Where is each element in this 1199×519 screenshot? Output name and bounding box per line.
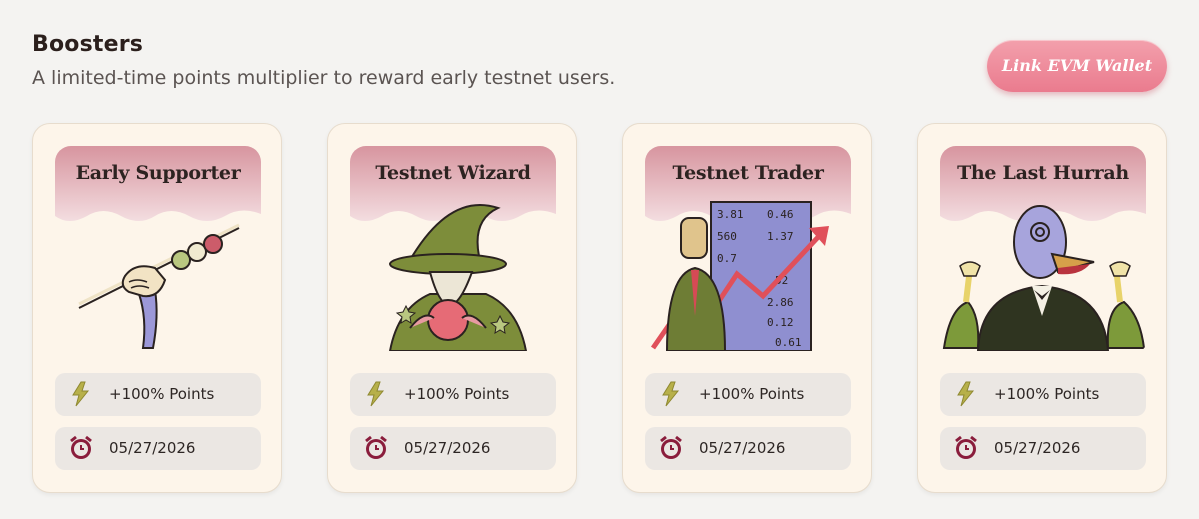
- points-multiplier-pill: +100% Points: [940, 373, 1146, 416]
- expiry-date-pill: 05/27/2026: [350, 427, 556, 470]
- expiry-date-pill: 05/27/2026: [55, 427, 261, 470]
- points-multiplier-pill: +100% Points: [55, 373, 261, 416]
- page-subtitle: A limited-time points multiplier to rewa…: [32, 67, 616, 89]
- page-title: Boosters: [32, 32, 144, 57]
- date-text: 05/27/2026: [109, 439, 196, 457]
- booster-card-testnet-wizard[interactable]: Testnet Wizard +100% Points 05/27/2026: [327, 123, 577, 493]
- lightning-icon: [957, 381, 975, 407]
- board-value: 1.37: [767, 230, 794, 243]
- kebab-hand-illustration: [78, 223, 240, 349]
- card-art: Early Supporter: [55, 146, 261, 351]
- lightning-icon: [662, 381, 680, 407]
- points-text: +100% Points: [109, 385, 215, 403]
- card-art: Testnet Wizard: [350, 146, 556, 351]
- party-bird-illustration: [942, 205, 1146, 351]
- card-art: Testnet Trader 3.81 0.46 560 1.37 0.7 52…: [645, 146, 851, 351]
- booster-card-testnet-trader[interactable]: Testnet Trader 3.81 0.46 560 1.37 0.7 52…: [622, 123, 872, 493]
- card-title: Testnet Wizard: [375, 162, 531, 184]
- board-value: 0.7: [717, 252, 737, 265]
- card-art: The Last Hurrah: [940, 146, 1146, 351]
- boosters-header: Boosters A limited-time points multiplie…: [32, 32, 615, 89]
- lightning-icon: [367, 381, 385, 407]
- points-text: +100% Points: [404, 385, 510, 403]
- points-multiplier-pill: +100% Points: [645, 373, 851, 416]
- board-value: 0.12: [767, 316, 794, 329]
- wizard-illustration: [388, 203, 528, 351]
- points-multiplier-pill: +100% Points: [350, 373, 556, 416]
- alarm-clock-icon: [365, 435, 387, 459]
- link-evm-wallet-button[interactable]: Link EVM Wallet: [987, 40, 1167, 92]
- board-value: 0.61: [775, 336, 802, 349]
- points-text: +100% Points: [699, 385, 805, 403]
- booster-card-the-last-hurrah[interactable]: The Last Hurrah +100% Points 05/27/2026: [917, 123, 1167, 493]
- date-text: 05/27/2026: [994, 439, 1081, 457]
- alarm-clock-icon: [70, 435, 92, 459]
- booster-card-early-supporter[interactable]: Early Supporter +100% Points 05/27/2026: [32, 123, 282, 493]
- lightning-icon: [72, 381, 90, 407]
- expiry-date-pill: 05/27/2026: [645, 427, 851, 470]
- card-title: The Last Hurrah: [957, 162, 1129, 184]
- board-value: 3.81: [717, 208, 744, 221]
- board-value: 560: [717, 230, 737, 243]
- card-title: Early Supporter: [75, 162, 241, 184]
- alarm-clock-icon: [955, 435, 977, 459]
- booster-cards: Early Supporter +100% Points 05/27/2026 …: [32, 123, 1168, 493]
- date-text: 05/27/2026: [699, 439, 786, 457]
- board-value: 2.86: [767, 296, 794, 309]
- points-text: +100% Points: [994, 385, 1100, 403]
- card-title: Testnet Trader: [672, 162, 824, 184]
- date-text: 05/27/2026: [404, 439, 491, 457]
- expiry-date-pill: 05/27/2026: [940, 427, 1146, 470]
- trader-illustration: 3.81 0.46 560 1.37 0.7 52 2.86 0.12 0.61: [650, 201, 829, 351]
- alarm-clock-icon: [660, 435, 682, 459]
- board-value: 0.46: [767, 208, 794, 221]
